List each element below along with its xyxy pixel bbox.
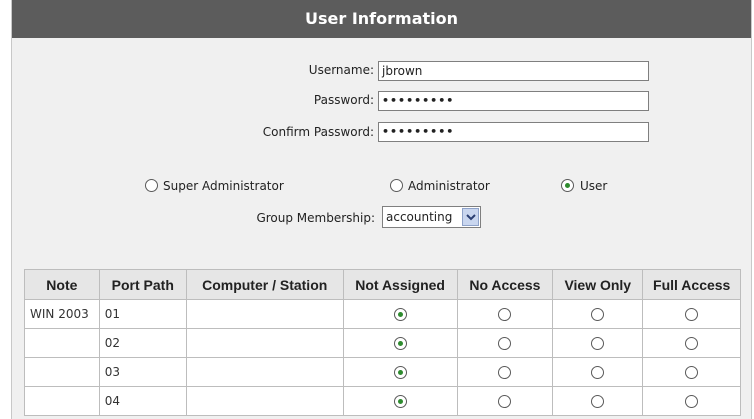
role-super-admin-radio[interactable] <box>145 179 158 192</box>
group-membership-select[interactable]: accounting <box>382 206 481 228</box>
column-header-computer-station: Computer / Station <box>185 269 344 300</box>
view-only-cell <box>552 299 644 329</box>
table-row: WIN 2003 01 <box>24 299 741 329</box>
port-path-cell: 02 <box>98 328 187 358</box>
full-access-radio[interactable] <box>685 366 699 379</box>
group-membership-label: Group Membership: <box>256 211 375 225</box>
no-access-cell <box>456 328 554 358</box>
column-header-port-path: Port Path <box>98 269 187 300</box>
password-field[interactable]: ••••••••• <box>378 91 649 111</box>
view-only-cell <box>552 386 644 416</box>
table-row: 04 <box>24 386 741 416</box>
username-field[interactable]: jbrown <box>378 61 649 81</box>
role-super-admin-label: Super Administrator <box>163 179 284 193</box>
confirm-password-field[interactable]: ••••••••• <box>378 122 649 142</box>
full-access-cell <box>642 328 741 358</box>
not-assigned-cell <box>342 299 458 329</box>
not-assigned-radio[interactable] <box>393 308 407 321</box>
view-only-radio[interactable] <box>591 308 605 321</box>
station-cell <box>185 328 344 358</box>
view-only-radio[interactable] <box>591 395 605 408</box>
column-header-view-only: View Only <box>552 269 644 300</box>
panel-title: User Information <box>12 0 751 38</box>
note-cell <box>24 357 100 387</box>
role-user-radio[interactable] <box>561 179 574 192</box>
port-path-cell: 03 <box>98 357 187 387</box>
table-row: 03 <box>24 357 741 387</box>
no-access-radio[interactable] <box>498 337 512 350</box>
port-path-cell: 04 <box>98 386 187 416</box>
note-cell: WIN 2003 <box>24 299 100 329</box>
view-only-cell <box>552 357 644 387</box>
station-cell <box>185 357 344 387</box>
no-access-radio[interactable] <box>498 366 512 379</box>
not-assigned-cell <box>342 328 458 358</box>
not-assigned-cell <box>342 357 458 387</box>
group-membership-value: accounting <box>386 210 453 224</box>
view-only-radio[interactable] <box>591 337 605 350</box>
role-user-label: User <box>580 179 608 193</box>
view-only-radio[interactable] <box>591 366 605 379</box>
chevron-down-icon[interactable] <box>462 208 479 226</box>
column-header-no-access: No Access <box>456 269 554 300</box>
port-path-cell: 01 <box>98 299 187 329</box>
not-assigned-cell <box>342 386 458 416</box>
no-access-cell <box>456 386 554 416</box>
port-access-table: Note Port Path Computer / Station Not As… <box>24 269 741 416</box>
table-row: 02 <box>24 328 741 358</box>
not-assigned-radio[interactable] <box>393 337 407 350</box>
no-access-radio[interactable] <box>498 308 512 321</box>
full-access-radio[interactable] <box>685 308 699 321</box>
no-access-cell <box>456 357 554 387</box>
password-label: Password: <box>313 93 374 107</box>
station-cell <box>185 299 344 329</box>
table-header-row: Note Port Path Computer / Station Not As… <box>24 269 741 300</box>
username-label: Username: <box>308 63 374 77</box>
column-header-full-access: Full Access <box>642 269 741 300</box>
station-cell <box>185 386 344 416</box>
role-admin-radio[interactable] <box>390 179 403 192</box>
role-admin-label: Administrator <box>408 179 490 193</box>
note-cell <box>24 386 100 416</box>
not-assigned-radio[interactable] <box>393 366 407 379</box>
full-access-cell <box>642 357 741 387</box>
full-access-radio[interactable] <box>685 337 699 350</box>
column-header-not-assigned: Not Assigned <box>342 269 458 300</box>
column-header-note: Note <box>24 269 100 300</box>
no-access-radio[interactable] <box>498 395 512 408</box>
not-assigned-radio[interactable] <box>393 395 407 408</box>
full-access-radio[interactable] <box>685 395 699 408</box>
full-access-cell <box>642 299 741 329</box>
note-cell <box>24 328 100 358</box>
confirm-password-label: Confirm Password: <box>262 125 374 139</box>
full-access-cell <box>642 386 741 416</box>
no-access-cell <box>456 299 554 329</box>
view-only-cell <box>552 328 644 358</box>
